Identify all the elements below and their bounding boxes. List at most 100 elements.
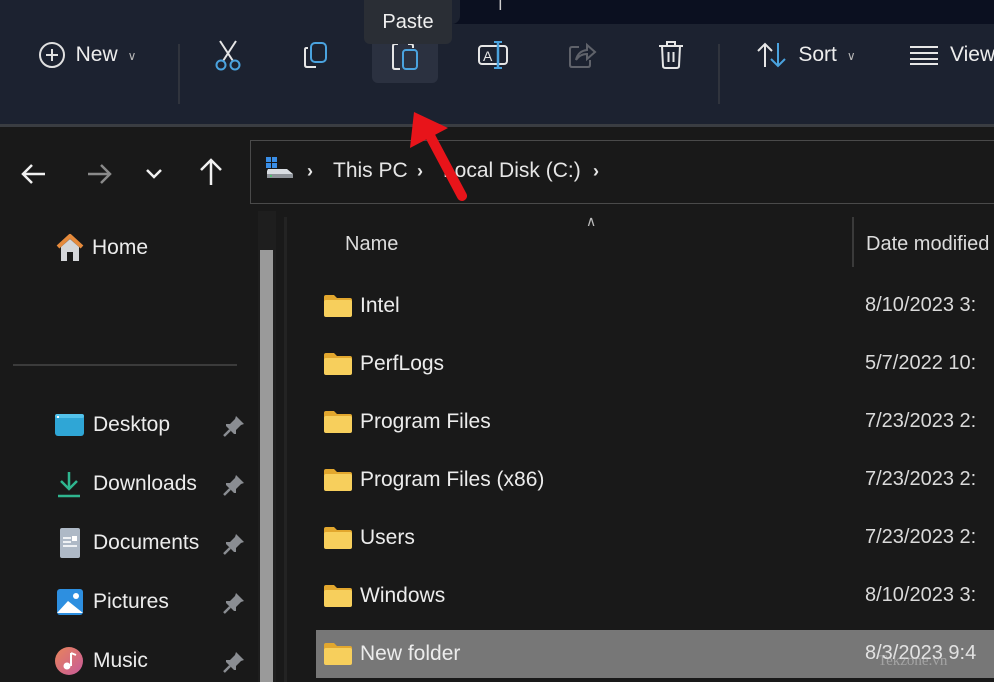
file-row[interactable]: Program Files 7/23/2023 2: (316, 398, 994, 446)
file-name: Program Files (360, 410, 491, 433)
plus-circle-icon (38, 42, 65, 68)
column-header-date-modified[interactable]: Date modified (866, 233, 989, 256)
breadcrumb-chevron-icon: › (417, 161, 423, 181)
copy-button[interactable] (293, 27, 339, 83)
file-row[interactable]: Program Files (x86) 7/23/2023 2: (316, 456, 994, 504)
new-label: New (75, 43, 118, 66)
toolbar-separator (718, 44, 720, 104)
folder-icon (323, 584, 353, 613)
sidebar-divider (13, 364, 237, 366)
file-name: PerfLogs (360, 352, 445, 375)
documents-icon (60, 528, 80, 558)
folder-icon (323, 410, 353, 439)
file-row[interactable]: Windows 8/10/2023 3: (316, 572, 994, 620)
folder-icon (323, 642, 353, 671)
up-arrow-icon (200, 158, 222, 185)
back-button[interactable] (16, 156, 52, 192)
watermark: Tekzone.vn (878, 653, 948, 669)
downloads-icon (58, 472, 80, 498)
breadcrumb-local-disk[interactable]: Local Disk (C:) (443, 159, 581, 183)
file-date-modified: 7/23/2023 2: (865, 410, 977, 432)
file-date-modified: 5/7/2022 10: (865, 352, 977, 374)
file-date-modified: 8/10/2023 3: (865, 584, 977, 606)
address-bar[interactable]: › This PC › Local Disk (C:) › (250, 140, 994, 204)
breadcrumb-chevron-icon[interactable]: › (593, 161, 599, 182)
rename-button[interactable]: A (470, 27, 516, 83)
delete-button[interactable] (648, 27, 694, 83)
file-name: Program Files (x86) (360, 468, 545, 491)
chevron-down-icon: ∨ (127, 49, 137, 63)
sidebar-item-pictures[interactable]: Pictures (54, 582, 169, 622)
pin-icon[interactable] (222, 591, 246, 615)
sidebar-item-label: Downloads (93, 472, 197, 495)
share-icon (569, 42, 597, 68)
column-resize-handle[interactable] (852, 217, 854, 267)
new-button[interactable]: New ∨ (22, 27, 152, 83)
folder-icon (323, 352, 353, 381)
folder-icon (323, 294, 353, 323)
sort-icon (757, 42, 787, 68)
chevron-down-icon (146, 169, 162, 179)
file-name: Users (360, 526, 415, 549)
sidebar-item-music[interactable]: Music (54, 641, 148, 681)
sort-ascending-icon: ∧ (586, 213, 597, 229)
title-bar: Local Disk (C:) | (0, 0, 994, 24)
file-name: New folder (360, 642, 461, 665)
sidebar-item-downloads[interactable]: Downloads (54, 464, 197, 504)
file-date-modified: 8/10/2023 3: (865, 294, 977, 316)
sidebar-scrollbar-thumb[interactable] (260, 250, 273, 682)
pin-icon[interactable] (222, 532, 246, 556)
sidebar-item-label: Music (93, 649, 148, 672)
svg-text:A: A (483, 48, 493, 64)
folder-icon (323, 468, 353, 497)
chevron-down-icon: ∨ (846, 49, 856, 63)
desktop-icon (55, 414, 84, 436)
view-list-icon (910, 46, 938, 65)
cut-button[interactable] (205, 27, 251, 83)
recent-locations-button[interactable] (136, 156, 172, 192)
forward-arrow-icon (88, 164, 112, 184)
copy-icon (304, 42, 327, 68)
forward-button[interactable] (81, 156, 117, 192)
pin-icon[interactable] (222, 650, 246, 674)
sidebar-item-label: Pictures (93, 590, 169, 613)
view-button[interactable]: View (908, 27, 994, 83)
trash-icon (659, 41, 683, 69)
up-button[interactable] (193, 154, 229, 190)
toolbar-separator (178, 44, 180, 104)
home-icon (56, 234, 84, 261)
sidebar-item-documents[interactable]: Documents (54, 523, 199, 563)
plus-icon[interactable]: | (498, 0, 503, 11)
file-name: Intel (360, 294, 400, 317)
back-arrow-icon (21, 164, 45, 184)
share-button[interactable] (559, 27, 605, 83)
breadcrumb-this-pc[interactable]: This PC (333, 159, 408, 183)
file-row[interactable]: Users 7/23/2023 2: (316, 514, 994, 562)
sidebar-item-home[interactable]: Home (54, 228, 148, 268)
folder-icon (323, 526, 353, 555)
file-row[interactable]: PerfLogs 5/7/2022 10: (316, 340, 994, 388)
file-date-modified: 7/23/2023 2: (865, 526, 977, 548)
column-header-name[interactable]: Name (345, 233, 398, 256)
pin-icon[interactable] (222, 414, 246, 438)
paste-tooltip: Paste (364, 0, 452, 44)
sort-label: Sort (798, 43, 837, 66)
sidebar-item-desktop[interactable]: Desktop (54, 405, 170, 445)
scissors-icon (215, 40, 241, 71)
pane-splitter[interactable] (284, 217, 287, 682)
view-label: View (950, 43, 994, 66)
sidebar-item-label: Home (92, 236, 149, 259)
music-icon (55, 647, 83, 675)
file-date-modified: 7/23/2023 2: (865, 468, 977, 490)
column-header-row: ∧ Name Date modified (290, 211, 994, 275)
file-row[interactable]: Intel 8/10/2023 3: (316, 282, 994, 330)
sidebar-item-label: Desktop (93, 413, 171, 436)
pictures-icon (57, 589, 83, 615)
file-name: Windows (360, 584, 446, 607)
rename-icon: A (478, 41, 508, 69)
pin-icon[interactable] (222, 473, 246, 497)
this-pc-drive-icon (266, 157, 293, 178)
sort-button[interactable]: Sort ∨ (744, 27, 868, 83)
breadcrumb-chevron-icon: › (307, 161, 313, 181)
sidebar-item-label: Documents (93, 531, 200, 554)
